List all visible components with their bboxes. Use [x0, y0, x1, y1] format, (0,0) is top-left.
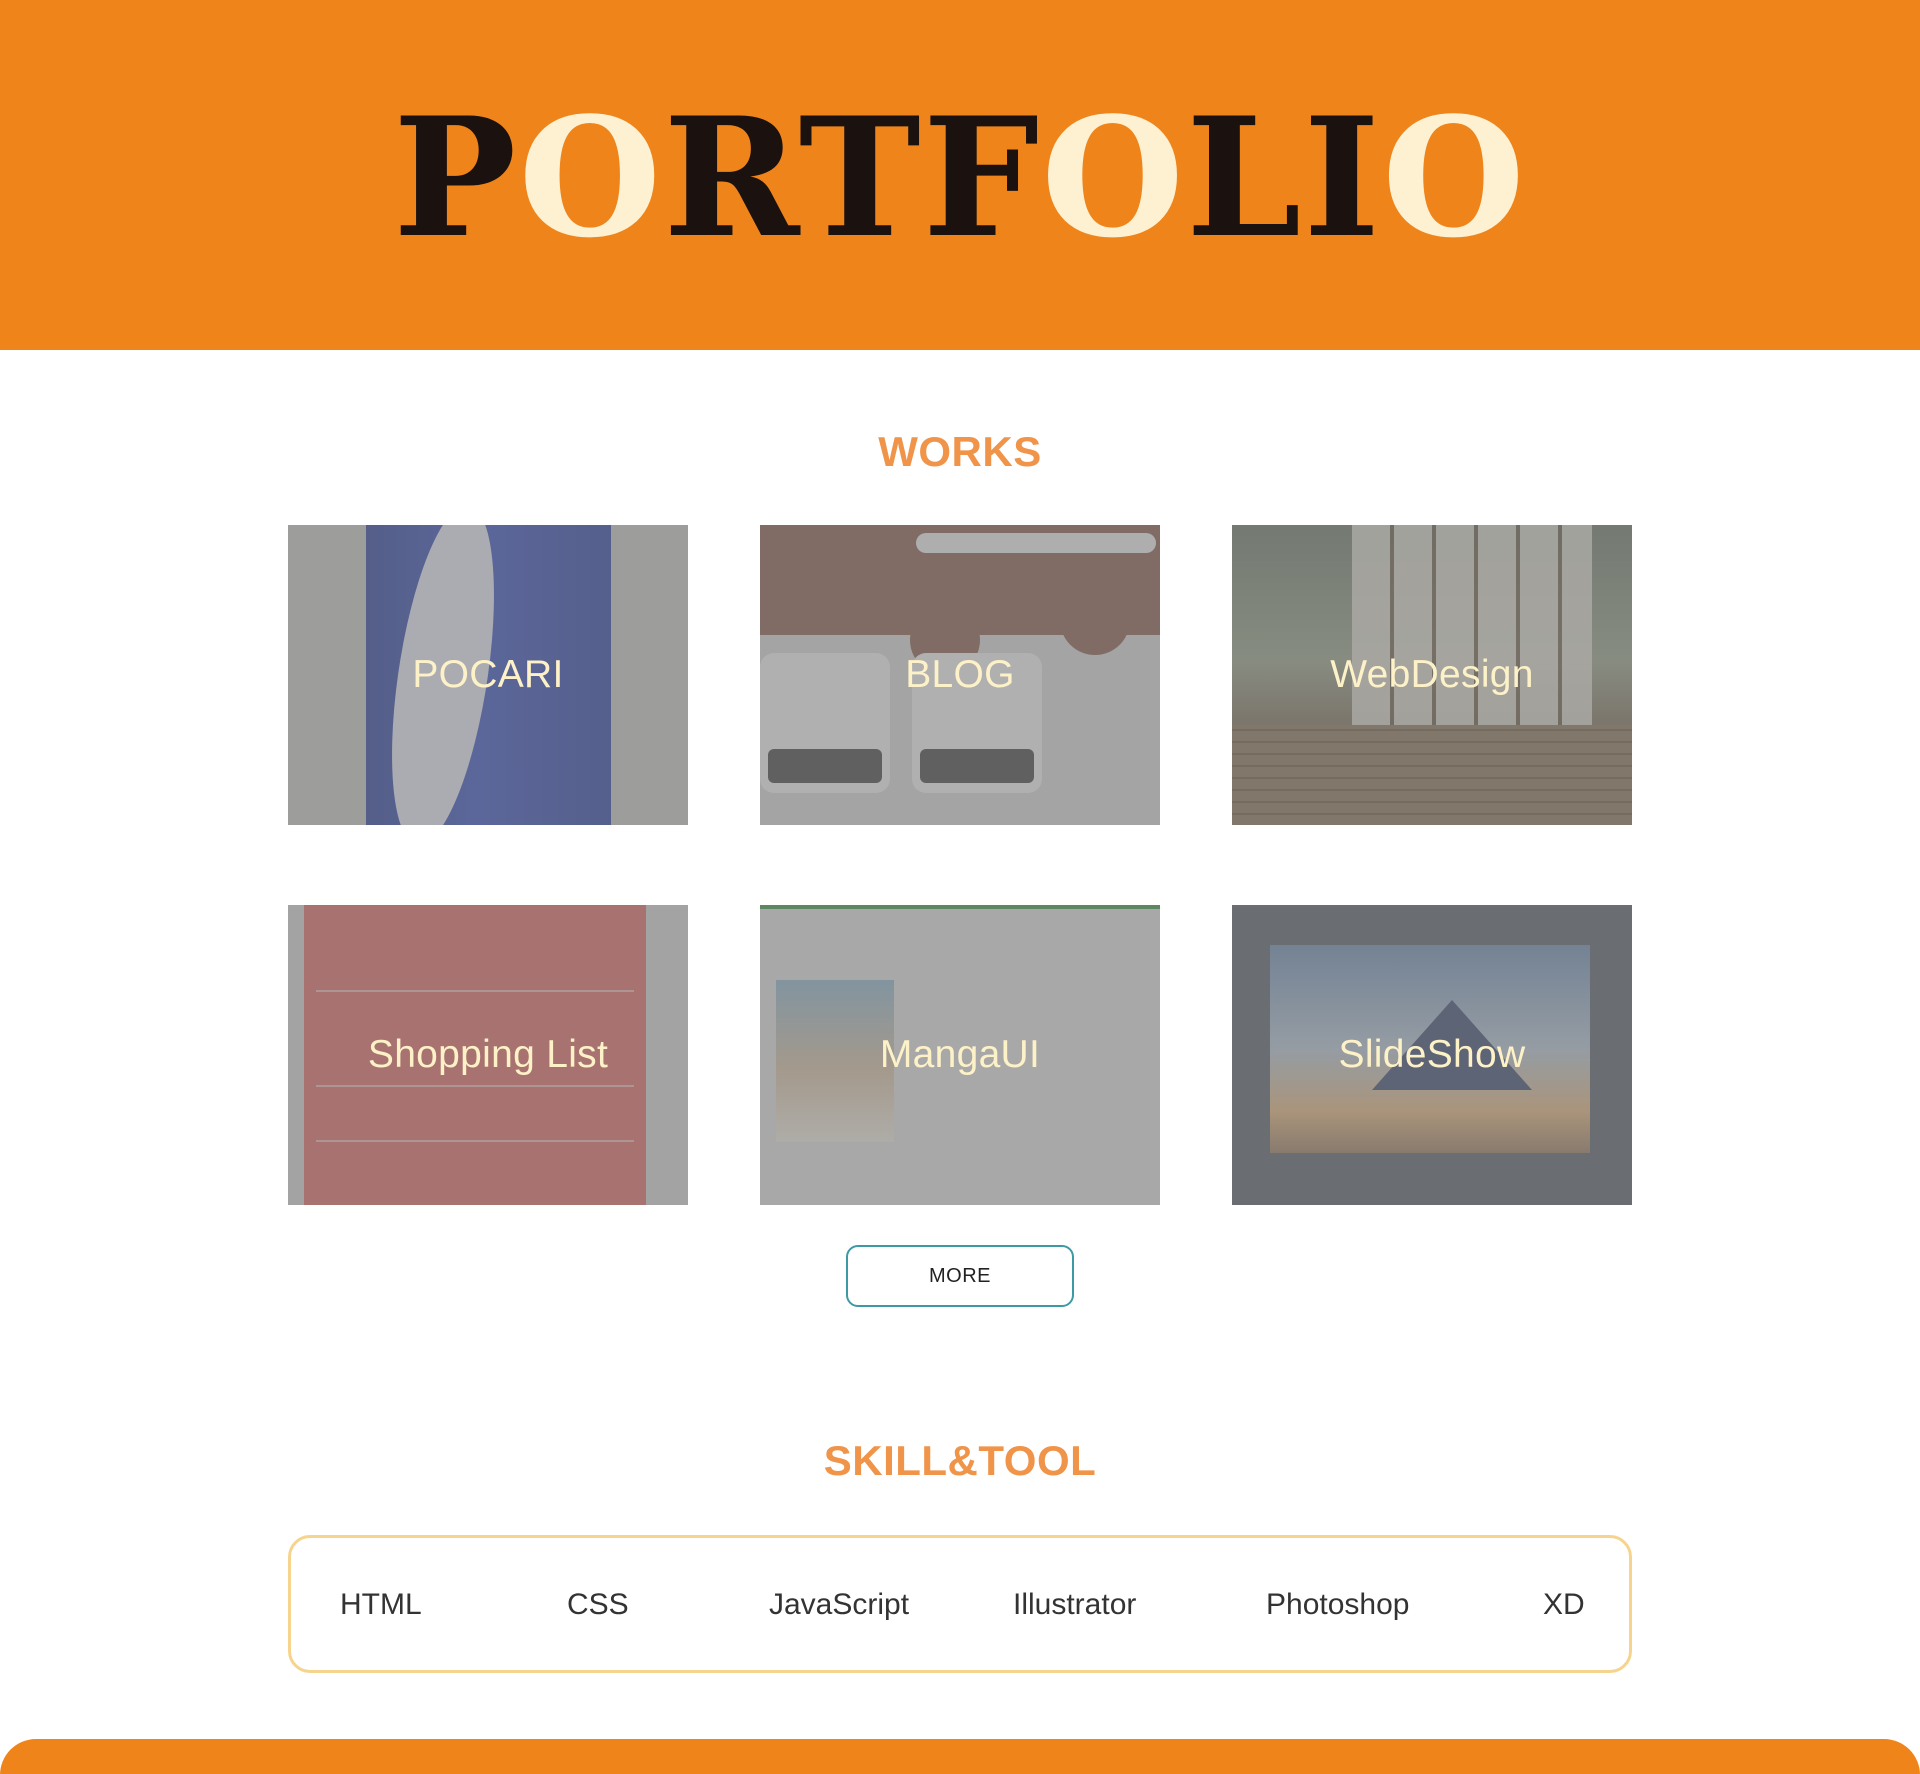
more-button[interactable]: MORE: [846, 1245, 1074, 1307]
work-card-label: WebDesign: [1330, 653, 1534, 696]
works-heading: WORKS: [878, 428, 1042, 475]
title-letter-p: P: [393, 81, 519, 274]
skill-tool-heading: SKILL&TOOL: [823, 1437, 1097, 1484]
skill-item: Photoshop: [1266, 1588, 1410, 1621]
work-card-mangaui[interactable]: MangaUI: [760, 905, 1160, 1205]
skill-item: HTML: [340, 1588, 422, 1621]
work-card-label: SlideShow: [1338, 1033, 1526, 1076]
skill-item: XD: [1543, 1588, 1585, 1621]
work-card-webdesign[interactable]: WebDesign: [1232, 525, 1632, 825]
work-card-label: MangaUI: [879, 1033, 1041, 1076]
work-card-shopping-list[interactable]: Shopping List: [288, 905, 688, 1205]
work-card-label: Shopping List: [367, 1033, 609, 1076]
skills-list: HTML CSS JavaScript Illustrator Photosho…: [288, 1535, 1632, 1673]
title-letter-o-highlight: O: [1041, 81, 1187, 274]
footer-band: [0, 1739, 1920, 1774]
title-letter-o-highlight: O: [1382, 81, 1527, 274]
title-letters-li: LI: [1186, 81, 1383, 274]
page-title: PORTFOLIO: [0, 88, 1920, 268]
skill-item: JavaScript: [769, 1588, 910, 1621]
title-letters-rtf: RTF: [663, 81, 1042, 274]
work-card-slideshow[interactable]: SlideShow: [1232, 905, 1632, 1205]
work-card-label: POCARI: [412, 653, 564, 696]
title-letter-o-highlight: O: [518, 81, 664, 274]
skill-item: Illustrator: [1013, 1588, 1137, 1621]
hero-header: PORTFOLIO: [0, 0, 1920, 350]
work-card-blog[interactable]: BLOG: [760, 525, 1160, 825]
skill-item: CSS: [567, 1588, 629, 1621]
work-card-pocari[interactable]: POCARI: [288, 525, 688, 825]
work-card-label: BLOG: [905, 653, 1015, 696]
